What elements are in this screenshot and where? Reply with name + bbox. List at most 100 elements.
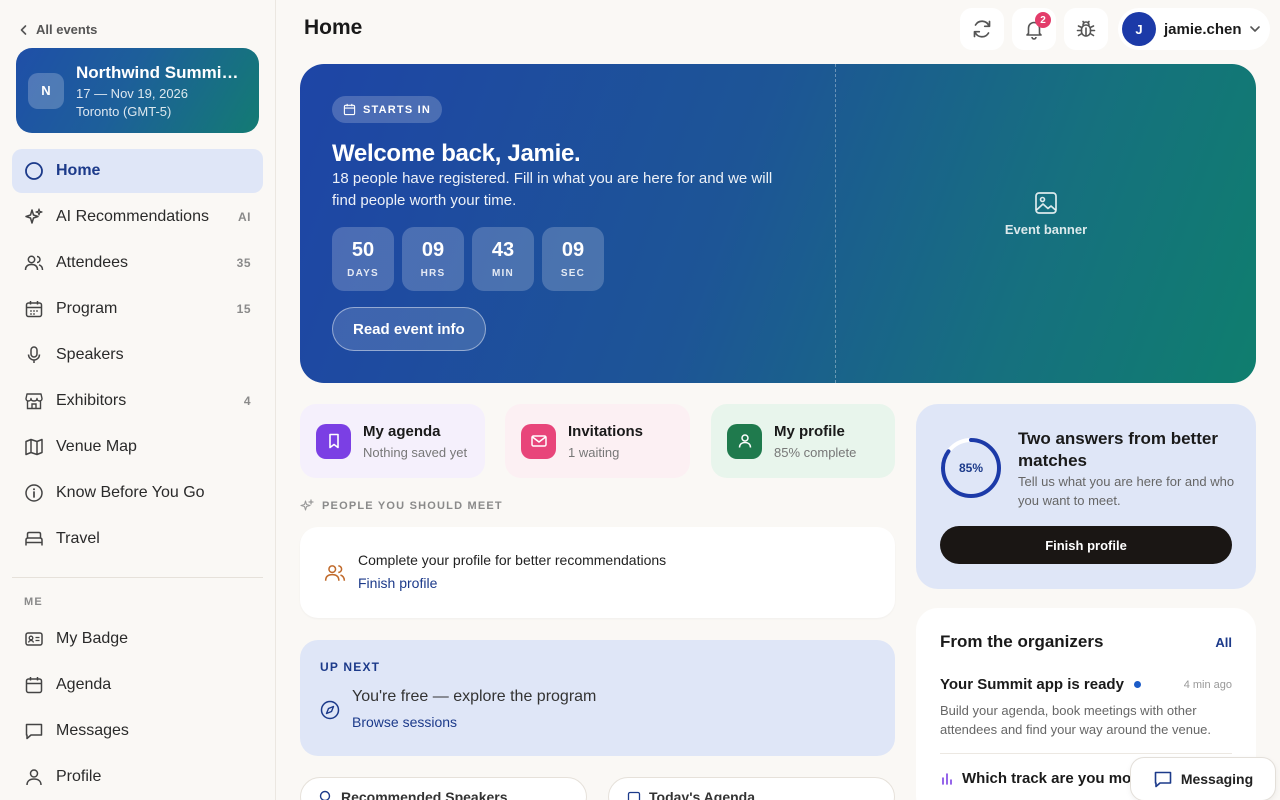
section-label-text: PEOPLE YOU SHOULD MEET (322, 500, 503, 512)
store-icon (25, 393, 43, 410)
calendar-icon (343, 103, 356, 116)
nav-divider (12, 577, 263, 578)
people-card-title: Complete your profile for better recomme… (358, 552, 667, 568)
chevron-down-icon (1250, 26, 1260, 32)
quick-title: My agenda (363, 422, 441, 440)
profile-card-title: Two answers from better matches (1018, 429, 1218, 470)
compass-icon (320, 700, 340, 720)
me-nav: My Badge Agenda Messages Profile (12, 617, 263, 800)
nav-label: Know Before You Go (56, 484, 205, 501)
finish-profile-button[interactable]: Finish profile (940, 526, 1232, 564)
messaging-label: Messaging (1180, 771, 1254, 787)
sparkles-icon (300, 499, 314, 511)
event-name: Northwind Summit ... (76, 62, 244, 82)
page-title: Home (304, 16, 363, 39)
countdown-value: 43 (491, 239, 515, 261)
bug-report-button[interactable] (1064, 8, 1108, 50)
all-events-link[interactable]: All events (18, 22, 97, 37)
nav-item-ai-recommendations[interactable]: AI Recommendations AI (12, 195, 263, 239)
notifications-button[interactable]: 2 (1012, 8, 1056, 50)
nav-item-exhibitors[interactable]: Exhibitors 4 (12, 379, 263, 423)
users-icon (324, 564, 346, 581)
user-name: jamie.chen (1164, 20, 1242, 38)
user-menu[interactable]: J jamie.chen (1118, 8, 1270, 50)
countdown-value: 50 (351, 239, 375, 261)
todays-agenda-card[interactable]: Today's Agenda (608, 777, 895, 800)
event-banner-label: Event banner (1004, 222, 1088, 237)
nav-label: Home (56, 162, 101, 179)
event-banner-placeholder: Event banner (836, 64, 1256, 383)
quick-subtitle: 85% complete (774, 444, 857, 460)
countdown-days: 50 DAYS (332, 227, 394, 291)
image-icon (1035, 192, 1057, 214)
nav-item-profile[interactable]: Profile (12, 755, 263, 799)
nav-item-messages[interactable]: Messages (12, 709, 263, 753)
people-section-label: PEOPLE YOU SHOULD MEET (300, 499, 503, 513)
nav-count: 4 (243, 394, 251, 408)
nav-item-know-before-you-go[interactable]: Know Before You Go (12, 471, 263, 515)
quick-title: My profile (774, 422, 845, 440)
announcement-title: Which track are you mo (962, 770, 1132, 787)
nav-item-home[interactable]: Home (12, 149, 263, 193)
announcement-item[interactable]: Your Summit app is ready 4 min ago Build… (940, 676, 1232, 739)
hero-subtitle: 18 people have registered. Fill in what … (332, 170, 773, 209)
browse-sessions-link[interactable]: Browse sessions (352, 714, 457, 730)
users-icon (24, 255, 44, 271)
nav-label: AI Recommendations (56, 208, 209, 225)
messaging-button[interactable]: Messaging (1130, 757, 1276, 800)
sparkles-icon (25, 208, 43, 224)
up-next-card: UP NEXT You're free — explore the progra… (300, 640, 895, 756)
nav-count: AI (238, 210, 251, 224)
finish-profile-link[interactable]: Finish profile (358, 575, 437, 591)
all-announcements-link[interactable]: All (1215, 635, 1232, 650)
event-switcher-card[interactable]: N Northwind Summit ... 17 — Nov 19, 2026… (16, 48, 259, 133)
quick-title: Invitations (568, 422, 644, 440)
map-icon (25, 438, 43, 456)
nav-label: Travel (56, 530, 100, 547)
nav-item-attendees[interactable]: Attendees 35 (12, 241, 263, 285)
unread-dot (1133, 681, 1141, 688)
nav-label: Speakers (56, 346, 124, 363)
quick-my-profile[interactable]: My profile 85% complete (711, 404, 895, 478)
recommended-speakers-card[interactable]: Recommended Speakers (300, 777, 587, 800)
event-avatar: N (28, 72, 64, 109)
badge-icon (25, 632, 43, 646)
nav-label: Messages (56, 722, 129, 739)
nav-item-program[interactable]: Program 15 (12, 287, 263, 331)
read-event-info-button[interactable]: Read event info (332, 307, 486, 351)
hero-title: Welcome back, Jamie. (332, 140, 581, 167)
profile-percent: 85% (958, 461, 984, 475)
people-recommendation-card: Complete your profile for better recomme… (300, 527, 895, 618)
nav-item-venue-map[interactable]: Venue Map (12, 425, 263, 469)
nav-section-me: ME (24, 596, 43, 608)
bug-icon (1076, 20, 1096, 37)
quick-invitations[interactable]: Invitations 1 waiting (505, 404, 690, 478)
mail-icon (521, 423, 556, 459)
welcome-hero: STARTS IN Welcome back, Jamie. 18 people… (300, 64, 1256, 383)
main-nav: Home AI Recommendations AI Attendees 35 … (12, 149, 263, 563)
calendar-icon (25, 677, 43, 694)
countdown-unit: HRS (420, 268, 446, 279)
announcement-body: Build your agenda, book meetings with ot… (940, 703, 1212, 737)
nav-item-my-badge[interactable]: My Badge (12, 617, 263, 661)
announcement-time: 4 min ago (1183, 678, 1232, 691)
starts-in-pill: STARTS IN (332, 96, 443, 123)
avatar: J (1122, 12, 1156, 46)
nav-item-agenda[interactable]: Agenda (12, 663, 263, 707)
poll-icon (942, 772, 952, 785)
nav-item-speakers[interactable]: Speakers (12, 333, 263, 377)
calendar-icon (627, 791, 641, 800)
microphone-icon (27, 346, 41, 363)
notification-count-badge: 2 (1035, 12, 1051, 28)
event-timezone: Toronto (GMT-5) (76, 103, 172, 119)
nav-item-travel[interactable]: Travel (12, 517, 263, 561)
nav-label: Profile (56, 768, 102, 785)
profile-completion-card: 85% Two answers from better matches Tell… (916, 404, 1256, 589)
refresh-button[interactable] (960, 8, 1004, 50)
starts-in-label: STARTS IN (363, 103, 432, 116)
countdown: 50 DAYS 09 HRS 43 MIN 09 SEC (332, 227, 604, 291)
quick-my-agenda[interactable]: My agenda Nothing saved yet (300, 404, 485, 478)
message-icon (1154, 771, 1172, 788)
profile-card-subtitle: Tell us what you are here for and who yo… (1018, 474, 1235, 508)
nav-label: Exhibitors (56, 392, 127, 409)
